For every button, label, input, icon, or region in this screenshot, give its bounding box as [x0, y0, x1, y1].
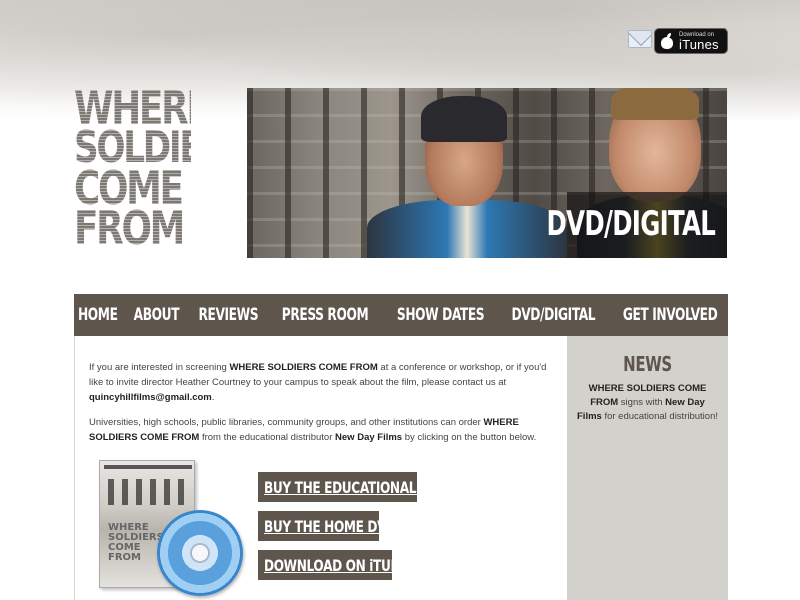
itunes-badge-main-text: iTunes: [679, 36, 719, 52]
institutions-paragraph: Universities, high schools, public libra…: [89, 417, 537, 443]
new-day-films-link[interactable]: New Day Films: [335, 432, 402, 443]
download-on-itunes-button[interactable]: DOWNLOAD ON iTUNES: [258, 550, 417, 580]
itunes-download-badge[interactable]: Download on iTunes: [654, 28, 728, 54]
nav-show-dates[interactable]: SHOW DATES: [394, 305, 486, 325]
nav-reviews[interactable]: REVIEWS: [196, 305, 260, 325]
nav-about[interactable]: ABOUT: [131, 305, 181, 325]
news-item: WHERE SOLDIERS COME FROM signs with New …: [577, 383, 718, 422]
content-area: If you are interested in screening WHERE…: [74, 336, 728, 600]
nav-home[interactable]: HOME: [75, 305, 119, 325]
hero-person-2-hat: [611, 88, 699, 120]
nav-get-involved[interactable]: GET INVOLVED: [621, 305, 720, 325]
disc-icon: [157, 510, 243, 596]
soldiers-silhouettes: [108, 479, 188, 505]
hero-banner: DVD/DIGITAL: [247, 88, 727, 258]
news-title: NEWS: [623, 352, 672, 376]
nav-press-room[interactable]: PRESS ROOM: [280, 305, 371, 325]
mail-icon[interactable]: [628, 28, 652, 50]
site-logo[interactable]: WHERE SOLDIERS COME FROM: [74, 85, 249, 260]
buy-educational-dvd-button[interactable]: BUY THE EDUCATIONAL DVD: [258, 472, 449, 502]
dvd-image: WHERE SOLDIERS COME FROM: [99, 460, 249, 600]
hero-person-1-body: [367, 200, 567, 258]
screening-paragraph: If you are interested in screening WHERE…: [89, 362, 547, 403]
nav-dvd-digital[interactable]: DVD/DIGITAL: [509, 305, 598, 325]
contact-email-link[interactable]: quincyhillfilms@gmail.com: [89, 392, 212, 403]
hero-person-1-hat: [421, 96, 507, 142]
main-nav: HOME ABOUT REVIEWS PRESS ROOM SHOW DATES…: [74, 294, 728, 336]
main-column: If you are interested in screening WHERE…: [75, 336, 567, 600]
logo-line-4: FROM: [74, 205, 191, 251]
news-sidebar: NEWS WHERE SOLDIERS COME FROM signs with…: [567, 336, 728, 600]
dvd-cover-title: WHERE SOLDIERS COME FROM: [108, 522, 164, 563]
buy-home-dvd-button[interactable]: BUY THE HOME DVD: [258, 511, 396, 541]
apple-icon: [660, 33, 674, 49]
hero-caption: DVD/DIGITAL: [546, 204, 715, 244]
